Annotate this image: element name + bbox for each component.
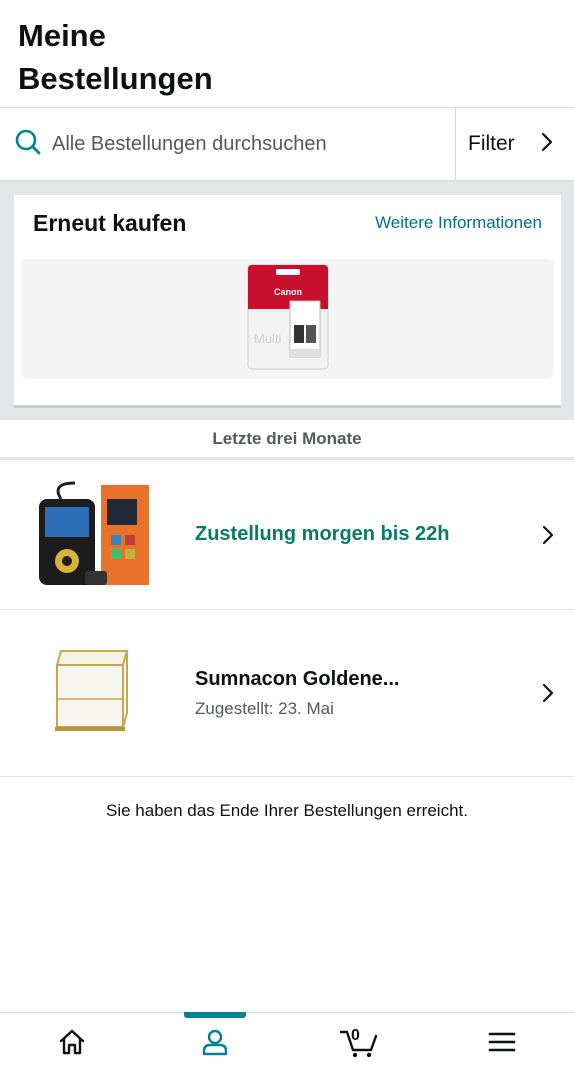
gold-glass-box-image <box>55 650 129 731</box>
order-thumbnail <box>28 633 158 753</box>
order-thumbnail <box>28 475 158 595</box>
more-info-link[interactable]: Weitere Informationen <box>375 213 542 233</box>
chevron-right-icon <box>540 131 554 158</box>
filter-label: Filter <box>468 132 515 155</box>
chevron-right-icon <box>540 681 556 705</box>
nav-menu[interactable] <box>431 1013 574 1076</box>
section-label: Letzte drei Monate <box>0 420 574 460</box>
multi-pack-text: Multi <box>254 331 282 346</box>
order-row[interactable]: Zustellung morgen bis 22h <box>0 460 574 610</box>
buy-again-section: Erneut kaufen Weitere Informationen Cano… <box>0 181 574 420</box>
buy-again-title: Erneut kaufen <box>33 209 187 236</box>
obd2-scanner-image <box>39 481 149 585</box>
filter-button[interactable]: Filter <box>456 108 574 180</box>
order-row[interactable]: Sumnacon Goldene... Zugestellt: 23. Mai <box>0 610 574 777</box>
order-info: Sumnacon Goldene... Zugestellt: 23. Mai <box>195 668 540 719</box>
order-status: Zugestellt: 23. Mai <box>195 698 334 718</box>
bottom-navigation: 0 <box>0 1012 574 1076</box>
nav-cart[interactable]: 0 <box>287 1013 431 1076</box>
end-of-orders-message: Sie haben das Ende Ihrer Bestellungen er… <box>106 801 468 820</box>
order-title: Sumnacon Goldene... <box>195 667 400 690</box>
page-title: Meine Bestellungen <box>18 18 213 96</box>
person-icon <box>200 1027 230 1062</box>
search-bar: Filter <box>0 108 574 181</box>
home-icon <box>57 1027 87 1062</box>
canon-brand-text: Canon <box>274 287 302 297</box>
order-info: Zustellung morgen bis 22h <box>195 523 540 546</box>
buy-again-header: Erneut kaufen Weitere Informationen <box>21 195 554 251</box>
active-tab-indicator <box>183 1012 246 1018</box>
search-field[interactable] <box>0 108 456 180</box>
buy-again-card: Erneut kaufen Weitere Informationen Cano… <box>14 195 561 408</box>
nav-home[interactable] <box>0 1013 144 1076</box>
cart-count: 0 <box>351 1027 360 1044</box>
buy-again-product-strip: Canon Multi <box>21 259 554 379</box>
header: Meine Bestellungen <box>0 0 574 108</box>
search-input[interactable] <box>52 132 432 156</box>
buy-again-product[interactable]: Canon Multi <box>246 263 330 376</box>
chevron-right-icon <box>540 523 556 547</box>
hamburger-menu-icon <box>488 1030 516 1059</box>
search-icon <box>14 128 42 161</box>
delivery-status: Zustellung morgen bis 22h <box>195 523 450 545</box>
nav-account[interactable] <box>144 1012 288 1076</box>
canon-ink-pack-image: Canon Multi <box>247 264 328 369</box>
